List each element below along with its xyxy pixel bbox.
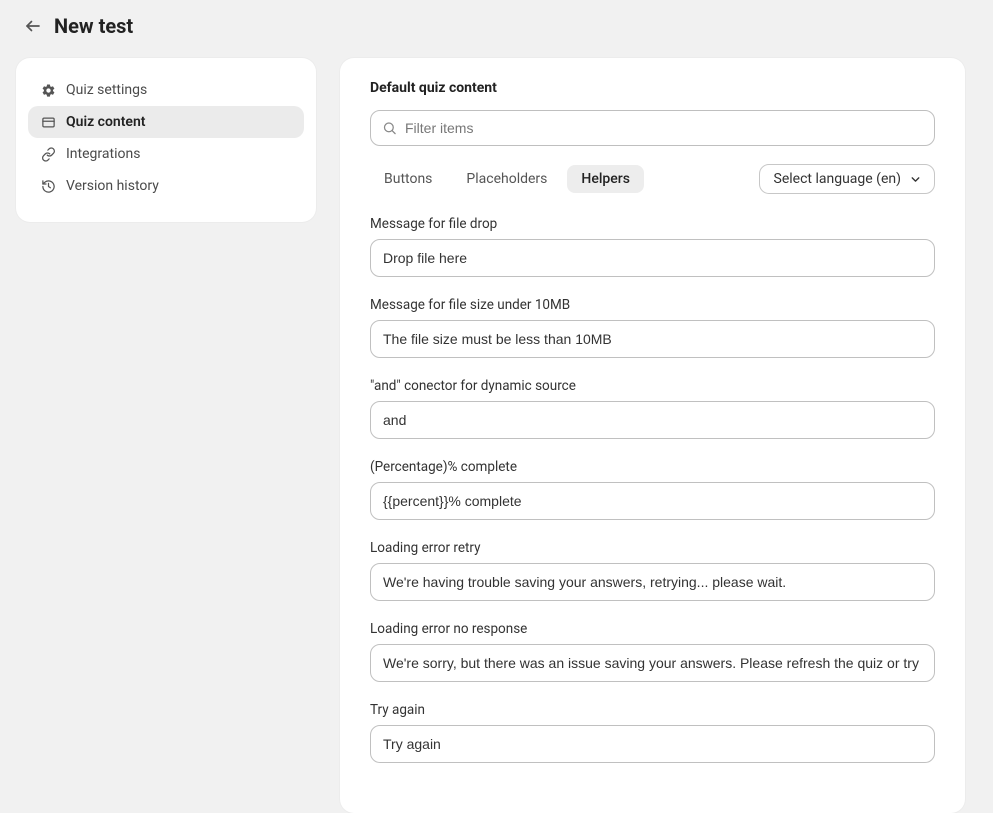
back-arrow-icon[interactable] (24, 17, 42, 35)
tab-placeholders[interactable]: Placeholders (452, 165, 561, 193)
card-icon (40, 114, 56, 130)
field-group: Message for file drop (370, 216, 935, 277)
field-label: Loading error no response (370, 621, 935, 637)
sidebar-item-version-history[interactable]: Version history (28, 170, 304, 202)
filter-wrap (370, 110, 935, 146)
field-label: "and" conector for dynamic source (370, 378, 935, 394)
field-label: Message for file drop (370, 216, 935, 232)
history-icon (40, 178, 56, 194)
field-group: Loading error retry (370, 540, 935, 601)
chevron-down-icon (909, 173, 922, 186)
filter-input[interactable] (370, 110, 935, 146)
field-group: (Percentage)% complete (370, 459, 935, 520)
sidebar-item-label: Version history (66, 178, 159, 194)
field-input-file-drop[interactable] (370, 239, 935, 277)
page-title: New test (54, 14, 133, 38)
field-group: "and" conector for dynamic source (370, 378, 935, 439)
link-icon (40, 146, 56, 162)
sidebar-item-quiz-content[interactable]: Quiz content (28, 106, 304, 138)
sidebar-item-label: Quiz content (66, 114, 145, 130)
field-label: (Percentage)% complete (370, 459, 935, 475)
field-group: Message for file size under 10MB (370, 297, 935, 358)
section-title: Default quiz content (370, 80, 935, 96)
tabs: Buttons Placeholders Helpers (370, 165, 644, 193)
field-input-and-connector[interactable] (370, 401, 935, 439)
sidebar-item-integrations[interactable]: Integrations (28, 138, 304, 170)
field-label: Try again (370, 702, 935, 718)
language-select[interactable]: Select language (en) (759, 164, 935, 194)
field-label: Loading error retry (370, 540, 935, 556)
field-group: Try again (370, 702, 935, 763)
field-input-percent-complete[interactable] (370, 482, 935, 520)
field-label: Message for file size under 10MB (370, 297, 935, 313)
field-input-loading-no-response[interactable] (370, 644, 935, 682)
language-select-label: Select language (en) (774, 171, 901, 187)
field-input-loading-retry[interactable] (370, 563, 935, 601)
search-icon (382, 121, 397, 136)
tab-helpers[interactable]: Helpers (567, 165, 644, 193)
sidebar: Quiz settings Quiz content Integrations (16, 58, 316, 222)
main-content-card: Default quiz content Buttons Placeholder… (340, 58, 965, 813)
tabs-row: Buttons Placeholders Helpers Select lang… (370, 164, 935, 194)
sidebar-item-label: Integrations (66, 146, 140, 162)
sidebar-item-quiz-settings[interactable]: Quiz settings (28, 74, 304, 106)
field-group: Loading error no response (370, 621, 935, 682)
tab-buttons[interactable]: Buttons (370, 165, 446, 193)
sidebar-item-label: Quiz settings (66, 82, 147, 98)
page-header: New test (0, 0, 993, 48)
field-input-try-again[interactable] (370, 725, 935, 763)
field-input-file-size[interactable] (370, 320, 935, 358)
gear-icon (40, 82, 56, 98)
